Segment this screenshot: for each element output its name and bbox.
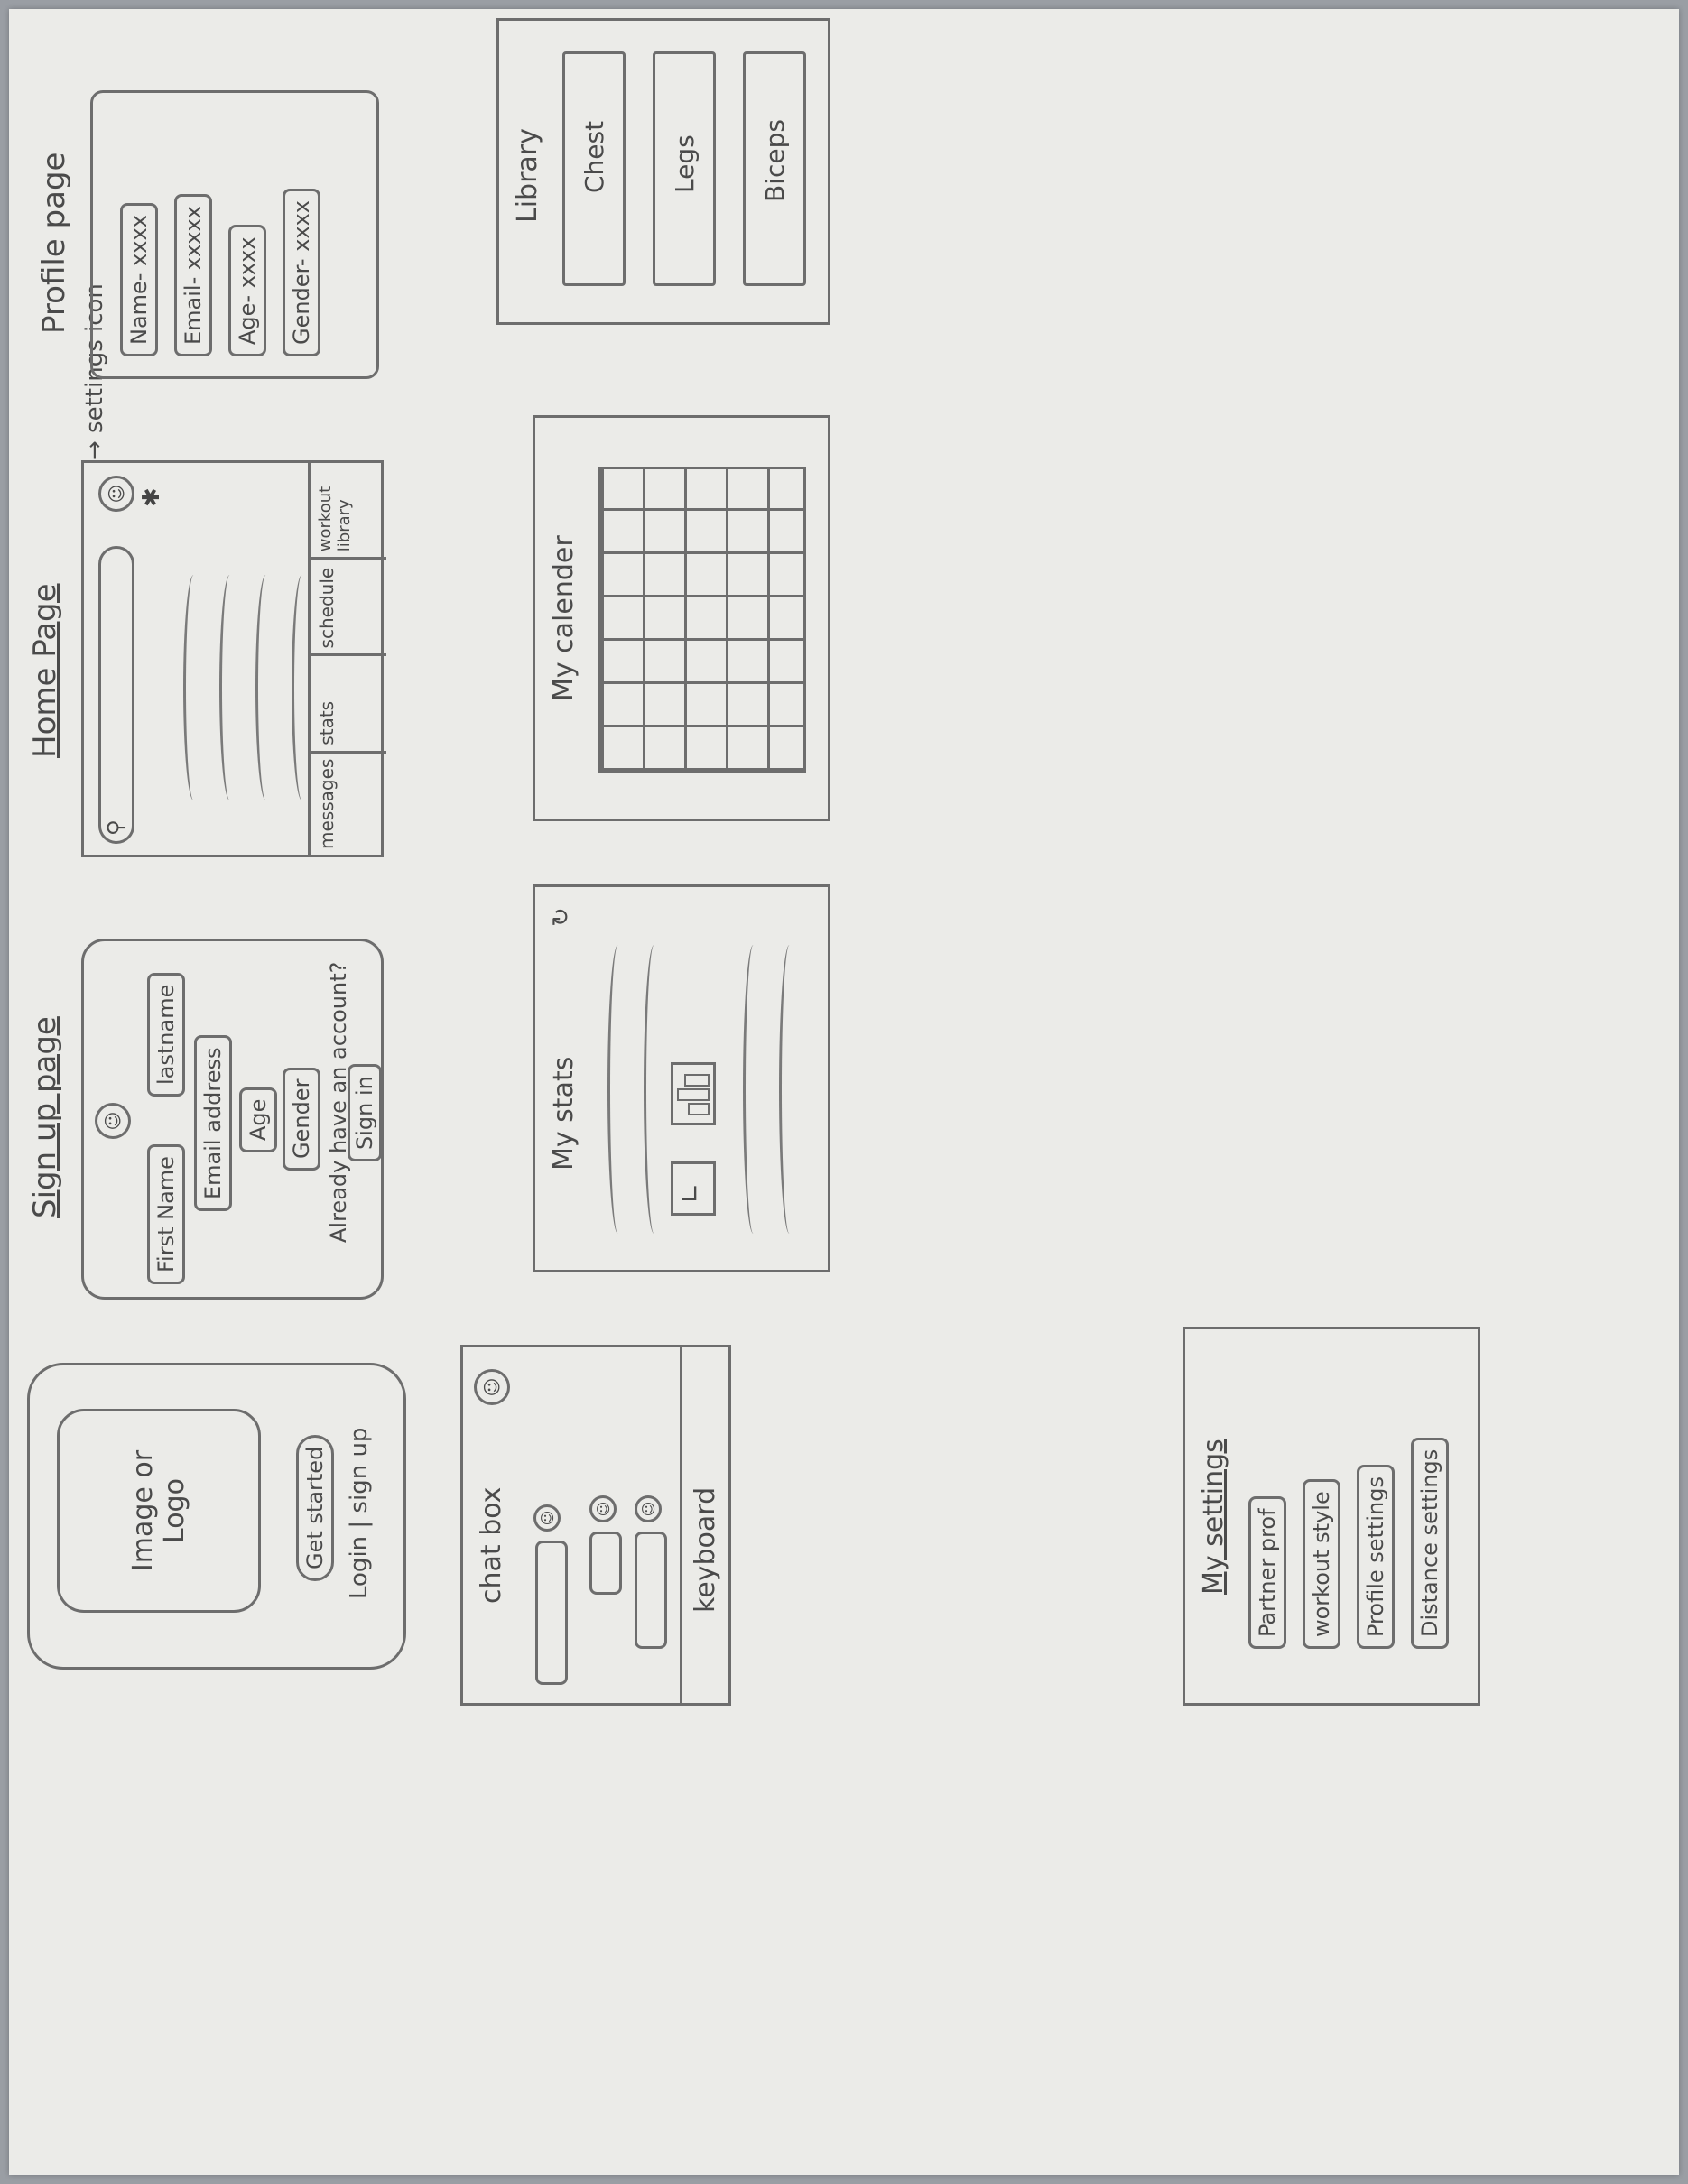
library-screen: Library Chest Legs Biceps bbox=[496, 18, 830, 325]
first-name-field[interactable]: First Name bbox=[147, 1144, 185, 1284]
settings-screen: My settings Partner prof workout style P… bbox=[1183, 1327, 1480, 1706]
tab-messages[interactable]: messages bbox=[311, 750, 386, 855]
content-line bbox=[183, 575, 204, 800]
keyboard-label: keyboard bbox=[690, 1486, 721, 1613]
chat-bubble bbox=[635, 1532, 667, 1649]
content-line bbox=[644, 945, 664, 1234]
calendar-grid[interactable] bbox=[598, 467, 806, 773]
last-name-field[interactable]: lastname bbox=[147, 972, 185, 1097]
search-icon: ⚲ bbox=[103, 819, 128, 836]
settings-icon[interactable]: ✱ bbox=[138, 487, 165, 507]
home-page-title: Home Page bbox=[27, 583, 63, 758]
get-started-button[interactable]: Get started bbox=[296, 1434, 334, 1581]
chat-bubble bbox=[589, 1532, 622, 1595]
signup-page-title: Sign up page bbox=[27, 1016, 63, 1218]
sketch-board: Sign up page ☺ First Name lastname Email… bbox=[9, 9, 1679, 2175]
age-field[interactable]: Age bbox=[239, 1087, 277, 1152]
tab-workout-library[interactable]: workout library bbox=[311, 463, 386, 557]
profile-gender-field: Gender- xxxx bbox=[283, 188, 320, 356]
library-title: Library bbox=[512, 128, 543, 223]
stats-title: My stats bbox=[548, 1056, 580, 1171]
signup-screen: ☺ First Name lastname Email address Age … bbox=[81, 939, 384, 1300]
bottom-tab-bar: messages stats schedule workout library bbox=[308, 463, 386, 855]
partner-prof-button[interactable]: Partner prof bbox=[1248, 1496, 1286, 1649]
sender-avatar-icon: ☺ bbox=[533, 1504, 561, 1532]
splash-screen: Image or Logo Get started Login | sign u… bbox=[27, 1363, 406, 1670]
profile-age-field: Age- xxxx bbox=[228, 225, 266, 356]
calendar-title: My calender bbox=[548, 535, 580, 701]
keyboard-area[interactable]: keyboard bbox=[680, 1347, 733, 1703]
profile-avatar-icon[interactable]: ☺ bbox=[98, 476, 134, 512]
logo-placeholder: Image or Logo bbox=[57, 1409, 261, 1613]
home-screen: ⚲ ☺ ✱ messages stats schedule workout li… bbox=[81, 460, 386, 857]
library-item-label: Biceps bbox=[760, 119, 790, 202]
content-line bbox=[779, 945, 800, 1234]
gender-field[interactable]: Gender bbox=[283, 1067, 320, 1171]
chat-box-title: chat box bbox=[476, 1486, 507, 1604]
search-bar[interactable]: ⚲ bbox=[98, 546, 134, 844]
bar-chart-icon bbox=[671, 1062, 716, 1125]
calendar-screen: My calender bbox=[533, 415, 830, 821]
chat-bubble bbox=[535, 1541, 568, 1685]
refresh-icon[interactable]: ↻ bbox=[548, 907, 575, 927]
library-item-label: Legs bbox=[670, 134, 700, 193]
library-item-label: Chest bbox=[580, 120, 609, 193]
login-signup-link[interactable]: Login | sign up bbox=[346, 1428, 373, 1599]
content-line bbox=[219, 575, 240, 800]
profile-settings-button[interactable]: Profile settings bbox=[1357, 1465, 1395, 1649]
sign-in-button[interactable]: Sign in bbox=[348, 1064, 382, 1161]
chat-screen: chat box ☺ ☺ ☺ ☺ keyboard bbox=[460, 1345, 733, 1706]
sender-avatar-icon: ☺ bbox=[635, 1495, 662, 1522]
content-line bbox=[743, 945, 764, 1234]
profile-avatar-icon: ☺ bbox=[474, 1369, 510, 1405]
workout-style-button[interactable]: workout style bbox=[1303, 1479, 1340, 1649]
profile-email-field: Email- xxxxx bbox=[174, 194, 212, 356]
tab-stats[interactable]: stats bbox=[311, 653, 386, 751]
sender-avatar-icon: ☺ bbox=[589, 1495, 617, 1522]
content-line bbox=[255, 575, 276, 800]
email-field[interactable]: Email address bbox=[194, 1035, 232, 1211]
paper-sheet: Sign up page ☺ First Name lastname Email… bbox=[9, 9, 1679, 2175]
settings-title: My settings bbox=[1198, 1439, 1229, 1595]
profile-name-field: Name- xxxx bbox=[120, 203, 158, 356]
profile-page-title: Profile page bbox=[36, 152, 72, 334]
library-item-biceps[interactable]: Biceps bbox=[743, 51, 806, 286]
library-item-legs[interactable]: Legs bbox=[653, 51, 716, 286]
line-chart-icon: ∟ bbox=[671, 1161, 716, 1216]
logo-placeholder-label: Image or Logo bbox=[127, 1449, 190, 1572]
distance-settings-button[interactable]: Distance settings bbox=[1411, 1437, 1449, 1649]
tab-schedule[interactable]: schedule bbox=[311, 557, 386, 654]
profile-screen: Name- xxxx Email- xxxxx Age- xxxx Gender… bbox=[90, 90, 379, 379]
stats-screen: My stats ↻ ∟ bbox=[533, 884, 830, 1272]
content-line bbox=[607, 945, 628, 1234]
library-item-chest[interactable]: Chest bbox=[562, 51, 626, 286]
profile-avatar-icon: ☺ bbox=[95, 1103, 131, 1139]
